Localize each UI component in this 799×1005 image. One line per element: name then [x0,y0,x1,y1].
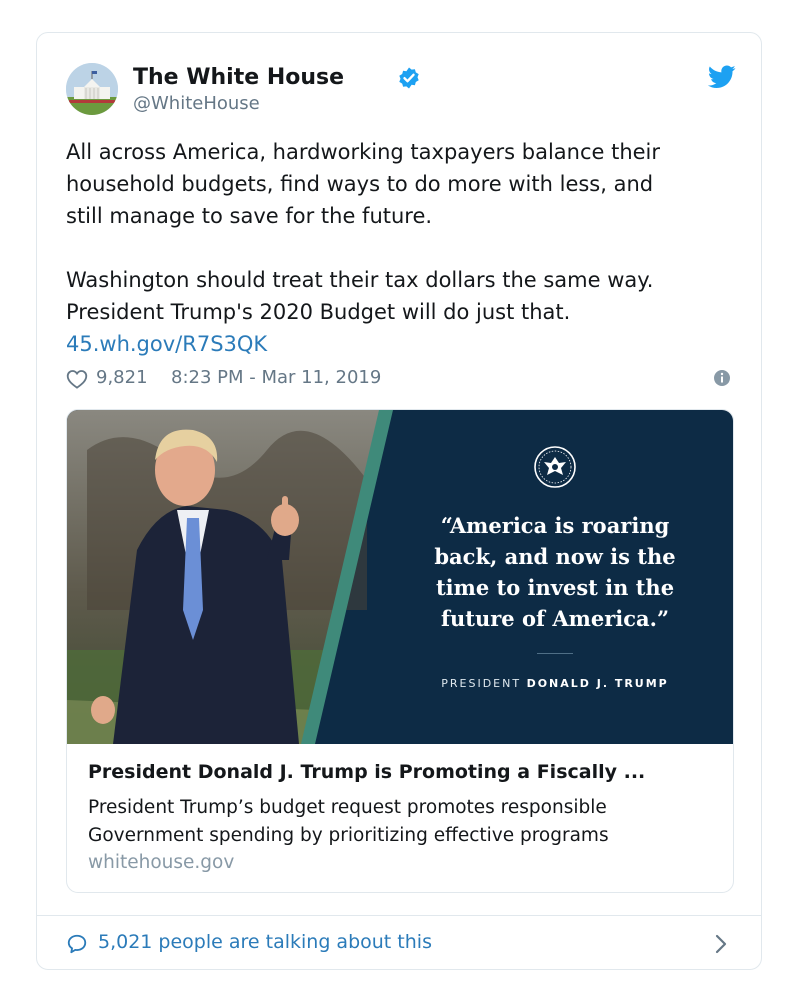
link-card-domain: whitehouse.gov [88,852,235,873]
twitter-bird-icon[interactable] [708,65,736,89]
timestamp[interactable]: 8:23 PM - Mar 11, 2019 [171,367,381,388]
avatar[interactable] [66,63,118,115]
tweet-text: All across America, hardworking taxpayer… [66,140,661,324]
quote-text: “America is roaring back, and now is the… [434,513,676,631]
attribution-prefix: PRESIDENT [441,677,522,690]
link-card-title[interactable]: President Donald J. Trump is Promoting a… [88,761,645,783]
like-count[interactable]: 9,821 [96,367,148,388]
chevron-right-icon[interactable] [715,934,727,954]
heart-icon[interactable] [66,369,88,389]
white-house-avatar [66,63,118,115]
talking-count-link[interactable]: 5,021 people are talking about this [98,931,432,953]
link-preview-card[interactable]: “America is roaring back, and now is the… [66,409,734,893]
info-icon[interactable] [713,369,731,387]
verified-badge-icon [399,67,419,89]
preview-image: “America is roaring back, and now is the… [67,410,733,744]
conversation-footer[interactable]: 5,021 people are talking about this [37,915,761,970]
tweet-embed-card: The White House @WhiteHouse All across A… [36,32,762,970]
comment-bubble-icon [67,934,87,954]
handle[interactable]: @WhiteHouse [133,93,260,114]
link-card-description: President Trump’s budget request promote… [88,797,609,846]
display-name[interactable]: The White House [133,65,344,90]
presidential-seal-icon [534,446,576,488]
tweet-meta: 9,821 8:23 PM - Mar 11, 2019 [66,367,733,391]
tweet-link[interactable]: 45.wh.gov/R7S3QK [66,328,267,360]
attribution-name: DONALD J. TRUMP [526,677,669,690]
quote-attribution: PRESIDENT DONALD J. TRUMP [415,677,695,690]
tweet-header: The White House @WhiteHouse [66,63,736,119]
link-card-body: President Donald J. Trump is Promoting a… [67,744,733,892]
quote-divider [537,653,573,654]
